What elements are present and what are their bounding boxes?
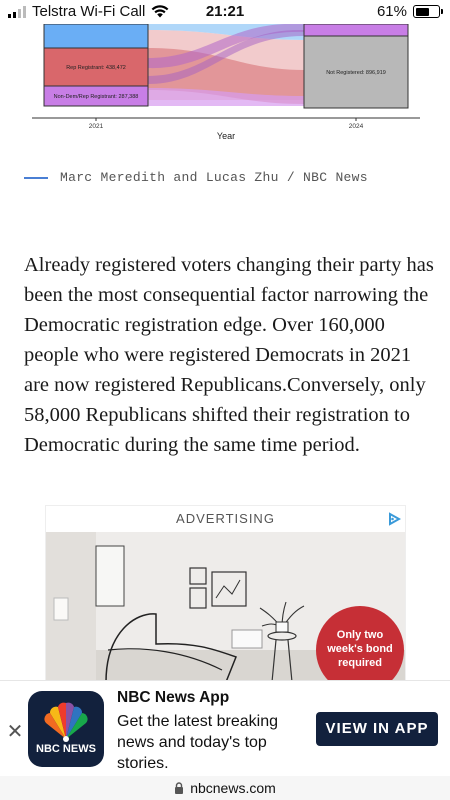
app-icon-label: NBC NEWS <box>36 743 96 755</box>
status-bar: Telstra Wi-Fi Call 21:21 61% <box>0 0 450 24</box>
node-nondem-label: Non-Dem/Rep Registrant: 287,388 <box>54 94 139 100</box>
app-description: Get the latest breaking news and today's… <box>117 713 278 772</box>
peacock-icon <box>44 702 88 742</box>
battery-percent: 61% <box>376 3 407 20</box>
lock-icon <box>175 782 184 794</box>
app-name: NBC News App <box>117 689 230 706</box>
credit-rule <box>24 176 48 179</box>
credit-text: Marc Meredith and Lucas Zhu / NBC News <box>60 170 368 185</box>
article-paragraph: Already registered voters changing their… <box>24 254 434 456</box>
battery-fill <box>415 7 429 16</box>
battery-icon <box>413 5 443 18</box>
node-not-registered-label: Not Registered: 896,919 <box>326 70 386 76</box>
view-in-app-button[interactable]: VIEW IN APP <box>316 712 438 746</box>
app-icon[interactable]: NBC NEWS <box>28 691 104 767</box>
x-axis-label: Year <box>217 131 235 141</box>
close-icon[interactable]: ✕ <box>6 719 24 744</box>
url-bar[interactable]: nbcnews.com <box>0 776 450 800</box>
ad-label: ADVERTISING <box>176 511 275 526</box>
app-banner: ✕ NBC NEWS NBC News App Get the latest b… <box>0 680 450 776</box>
adchoices-icon[interactable] <box>387 512 401 526</box>
ad-image[interactable]: Only two week's bond required <box>46 532 405 686</box>
node-registered-2024 <box>303 23 409 37</box>
graphic-credit: Marc Meredith and Lucas Zhu / NBC News <box>24 170 368 185</box>
advertisement[interactable]: ADVERTISING Only two week's bond require… <box>46 506 405 686</box>
x-tick-label: 2024 <box>349 123 364 130</box>
node-rep-label: Rep Registrant: 438,472 <box>66 65 126 71</box>
status-right: 61% <box>376 3 443 20</box>
ad-badge-text: Only two week's bond required <box>327 629 393 669</box>
node-dem-2021 <box>43 23 149 49</box>
url-domain: nbcnews.com <box>190 780 276 796</box>
x-tick-label: 2021 <box>89 123 104 130</box>
